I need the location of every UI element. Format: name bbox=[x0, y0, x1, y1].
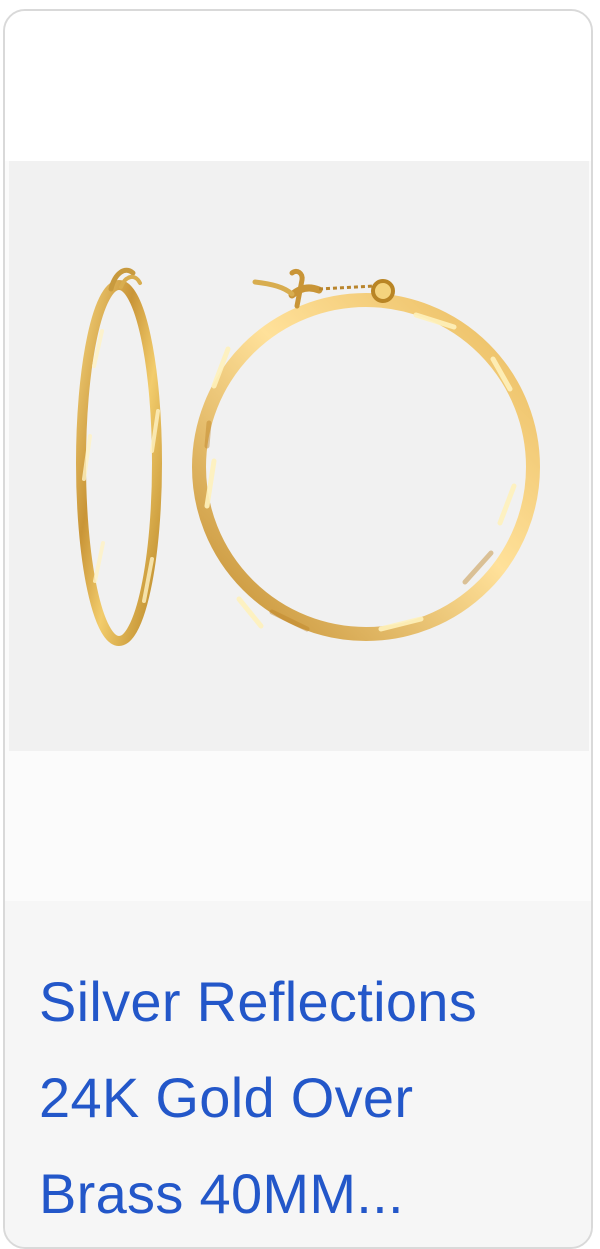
right-hoop-earring bbox=[192, 293, 540, 641]
product-title-line-1: Silver Reflections bbox=[39, 970, 478, 1033]
product-image[interactable] bbox=[9, 161, 589, 751]
product-card[interactable]: Silver Reflections 24K Gold Over Brass 4… bbox=[3, 9, 593, 1249]
gold-hoop-earrings-image bbox=[76, 267, 540, 646]
card-top-spacer bbox=[5, 11, 591, 161]
product-title-link[interactable]: Silver Reflections 24K Gold Over Brass 4… bbox=[39, 954, 559, 1242]
product-title-line-2: 24K Gold Over bbox=[39, 1066, 414, 1129]
image-title-spacer bbox=[5, 751, 591, 901]
product-title-line-3: Brass 40MM... bbox=[39, 1162, 404, 1225]
